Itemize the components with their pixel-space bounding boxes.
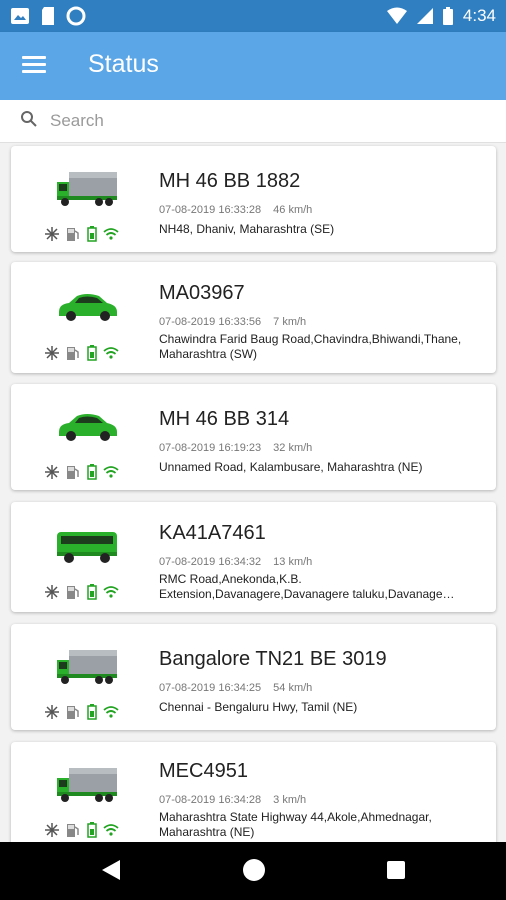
vehicle-speed: 3 km/h: [273, 794, 307, 806]
wifi-icon: [103, 347, 119, 359]
vehicle-datetime: 07-08-2019 16:33:28: [159, 204, 262, 216]
battery-icon: [87, 584, 97, 600]
fuel-pump-icon: [67, 466, 79, 479]
bus-icon: [57, 532, 117, 563]
wifi-icon: [103, 706, 119, 718]
search-input[interactable]: [48, 107, 472, 135]
snowflake-icon: [45, 585, 59, 599]
menu-icon[interactable]: [18, 52, 50, 80]
wifi-icon: [103, 466, 119, 478]
system-nav-bar: [0, 842, 506, 900]
recents-icon[interactable]: [385, 858, 407, 882]
vehicle-meta: 07-08-2019 16:19:23 32 km/h: [159, 442, 312, 454]
truck-icon: [57, 172, 117, 206]
page-title: Status: [88, 50, 159, 78]
wifi-icon: [103, 228, 119, 240]
car-icon: [59, 414, 117, 441]
vehicle-datetime: 07-08-2019 16:34:28: [159, 794, 262, 806]
vehicle-card[interactable]: MH 46 BB 1882 07-08-2019 16:33:28 46 km/h…: [11, 146, 496, 252]
vehicle-name: MEC4951: [159, 760, 248, 782]
battery-icon: [87, 704, 97, 720]
sd-card-notification-icon: [42, 7, 54, 25]
home-icon[interactable]: [242, 858, 266, 882]
search-bar: [0, 100, 506, 143]
vehicle-speed: 32 km/h: [273, 442, 313, 454]
car-icon: [59, 294, 117, 321]
fuel-pump-icon: [67, 347, 79, 360]
vehicle-address: Chennai - Bengaluru Hwy, Tamil (NE): [159, 700, 358, 714]
vehicle-address: Maharashtra State Highway 44,Akole,Ahmed…: [159, 810, 432, 839]
vehicle-name: MA03967: [159, 282, 245, 304]
vehicle-speed: 54 km/h: [273, 682, 313, 694]
snowflake-icon: [45, 823, 59, 837]
back-icon[interactable]: [100, 858, 122, 882]
snowflake-icon: [45, 227, 59, 241]
vehicle-datetime: 07-08-2019 16:34:32: [159, 556, 262, 568]
cell-signal-icon: [416, 8, 433, 24]
fuel-pump-icon: [67, 706, 79, 719]
gallery-notification-icon: [11, 8, 29, 24]
vehicle-datetime: 07-08-2019 16:19:23: [159, 442, 262, 454]
vehicle-card[interactable]: Bangalore TN21 BE 3019 07-08-2019 16:34:…: [11, 624, 496, 730]
battery-icon: [87, 345, 97, 361]
vehicle-list: MH 46 BB 1882 07-08-2019 16:33:28 46 km/h…: [0, 142, 506, 842]
vehicle-address: RMC Road,Anekonda,K.B. Extension,Davanag…: [159, 572, 455, 601]
vehicle-card[interactable]: MA03967 07-08-2019 16:33:56 7 km/h Chawin…: [11, 262, 496, 373]
vehicle-meta: 07-08-2019 16:34:25 54 km/h: [159, 682, 312, 694]
vehicle-address: Unnamed Road, Kalambusare, Maharashtra (…: [159, 460, 423, 474]
vehicle-speed: 7 km/h: [273, 316, 307, 328]
vehicle-address: Chawindra Farid Baug Road,Chavindra,Bhiw…: [159, 332, 462, 361]
fuel-pump-icon: [67, 824, 79, 837]
battery-icon: [87, 226, 97, 242]
vehicle-address: NH48, Dhaniv, Maharashtra (SE): [159, 222, 335, 236]
app-bar: Status: [0, 32, 506, 100]
wifi-signal-icon: [386, 7, 407, 24]
fuel-pump-icon: [67, 586, 79, 599]
snowflake-icon: [45, 705, 59, 719]
search-icon: [21, 111, 37, 127]
truck-icon: [57, 768, 117, 802]
snowflake-icon: [45, 465, 59, 479]
battery-icon: [87, 822, 97, 838]
status-bar: 4:34: [0, 0, 506, 32]
snowflake-icon: [45, 346, 59, 360]
vehicle-name: KA41A7461: [159, 522, 266, 544]
vehicle-meta: 07-08-2019 16:34:28 3 km/h: [159, 794, 306, 806]
battery-status-icon: [442, 7, 453, 25]
wifi-icon: [103, 824, 119, 836]
vehicle-card[interactable]: MH 46 BB 314 07-08-2019 16:19:23 32 km/h …: [11, 384, 496, 490]
vehicle-card[interactable]: KA41A7461 07-08-2019 16:34:32 13 km/h RMC…: [11, 502, 496, 612]
vehicle-name: Bangalore TN21 BE 3019: [159, 648, 387, 670]
truck-icon: [57, 650, 117, 684]
vehicle-meta: 07-08-2019 16:34:32 13 km/h: [159, 556, 312, 568]
vehicle-datetime: 07-08-2019 16:33:56: [159, 316, 262, 328]
vehicle-meta: 07-08-2019 16:33:28 46 km/h: [159, 204, 312, 216]
vehicle-name: MH 46 BB 314: [159, 408, 290, 430]
battery-icon: [87, 464, 97, 480]
vehicle-speed: 13 km/h: [273, 556, 313, 568]
vehicle-datetime: 07-08-2019 16:34:25: [159, 682, 262, 694]
fuel-pump-icon: [67, 228, 79, 241]
vehicle-meta: 07-08-2019 16:33:56 7 km/h: [159, 316, 306, 328]
vehicle-speed: 46 km/h: [273, 204, 313, 216]
circle-notification-icon: [66, 6, 86, 26]
wifi-icon: [103, 586, 119, 598]
status-time: 4:34: [462, 6, 496, 25]
vehicle-card[interactable]: MEC4951 07-08-2019 16:34:28 3 km/h Mahara…: [11, 742, 496, 842]
vehicle-name: MH 46 BB 1882: [159, 170, 301, 192]
